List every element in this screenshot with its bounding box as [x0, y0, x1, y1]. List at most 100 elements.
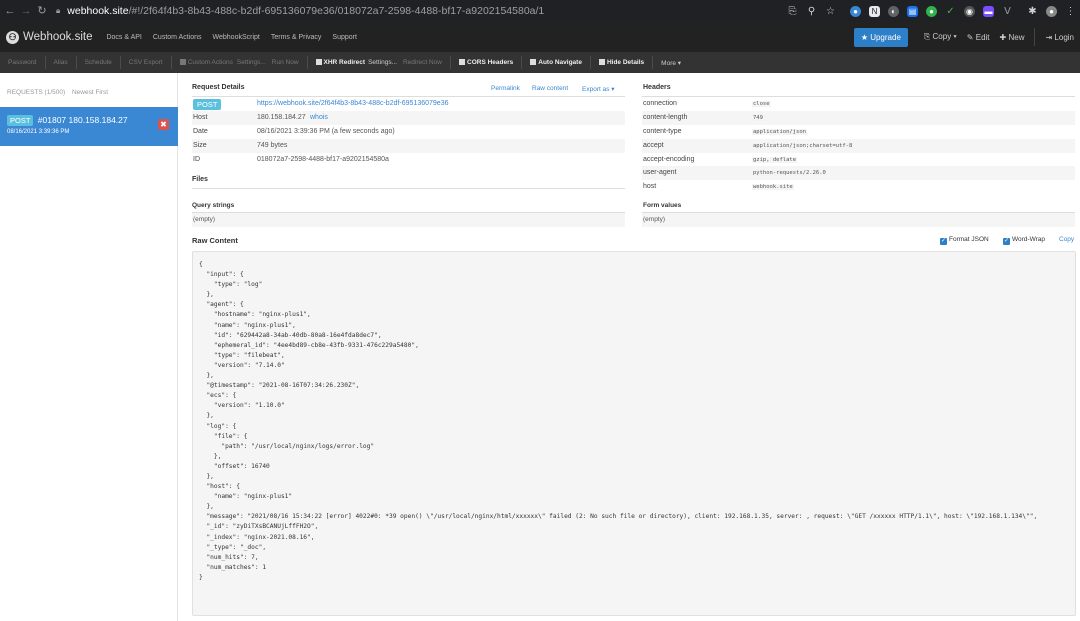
nav-docs[interactable]: Docs & API	[106, 34, 141, 41]
header-value: close	[752, 100, 771, 107]
query-strings-title: Query strings	[192, 202, 235, 209]
form-values-value: (empty)	[642, 213, 1075, 227]
export-dropdown[interactable]: Export as ▾	[582, 85, 615, 93]
checkbox-icon: ✓	[940, 238, 947, 245]
browser-toolbar: ← → ↻ 🔒︎ webhook.site /#!/2f64f4b3-8b43-…	[0, 0, 1080, 22]
permalink-link[interactable]: Permalink	[491, 85, 520, 92]
schedule-button[interactable]: Schedule	[85, 59, 112, 66]
redirect-now-button[interactable]: Redirect Now	[403, 59, 442, 66]
edit-button[interactable]: ✎ Edit	[967, 33, 990, 42]
webhook-logo-icon: ⚇	[6, 30, 19, 44]
copy-button[interactable]: ⎘ Copy ▾	[924, 32, 957, 42]
notion-icon[interactable]: N	[869, 5, 880, 17]
translate-icon[interactable]: ⎘	[787, 6, 798, 17]
divider	[170, 56, 172, 69]
custom-actions-settings[interactable]: Settings...	[237, 59, 266, 66]
password-button[interactable]: Password	[8, 59, 37, 66]
divider	[521, 56, 523, 69]
copy-label: Copy ▾	[932, 32, 957, 41]
date-label: Date	[193, 128, 208, 135]
extension-icon[interactable]: ▤	[907, 5, 918, 17]
divider	[75, 56, 77, 69]
divider	[192, 188, 625, 189]
header-key: accept-encoding	[643, 156, 695, 163]
edit-label: Edit	[975, 32, 990, 42]
cors-headers-label: CORS Headers	[467, 59, 514, 66]
zoom-icon[interactable]: ⚲	[806, 6, 817, 17]
login-button[interactable]: ⇥ Login	[1045, 33, 1074, 42]
raw-content-box[interactable]: { "input": { "type": "log" }, "agent": {…	[192, 251, 1076, 616]
hide-details-toggle[interactable]: Hide Details	[598, 59, 645, 66]
divider	[306, 56, 308, 69]
nav-terms[interactable]: Terms & Privacy	[271, 34, 322, 41]
extension-icon[interactable]: ◐	[888, 5, 899, 17]
format-json-toggle[interactable]: ✓ Format JSON	[940, 236, 989, 245]
detail-row-id: ID 018072a7-2598-4488-bf17-a9202154580a	[192, 153, 625, 167]
nav-custom-actions[interactable]: Custom Actions	[153, 34, 202, 41]
evernote-icon[interactable]: ●	[926, 5, 937, 17]
extension-icon[interactable]: ◉	[964, 5, 975, 17]
new-button[interactable]: ✚ New	[1000, 33, 1025, 42]
avatar[interactable]: ●	[1046, 5, 1057, 17]
extension-icon[interactable]: ●	[850, 5, 861, 17]
header-key: content-type	[643, 128, 682, 135]
csv-export-button[interactable]: CSV Export	[129, 59, 163, 66]
request-url[interactable]: https://webhook.site/2f64f4b3-8b43-488c-…	[257, 100, 448, 107]
form-values-title: Form values	[643, 202, 682, 209]
id-value: 018072a7-2598-4488-bf17-a9202154580a	[257, 156, 389, 163]
size-label: Size	[193, 142, 207, 149]
puzzle-icon[interactable]: ✱	[1027, 6, 1038, 17]
header-key: accept	[643, 142, 664, 149]
brand-name: Webhook.site	[23, 31, 93, 43]
whois-link[interactable]: whois	[310, 114, 328, 121]
extension-icon[interactable]: ▬	[983, 5, 994, 17]
header-row: user-agent python-requests/2.26.0	[642, 166, 1075, 180]
header-key: content-length	[643, 114, 688, 121]
checkbox-icon	[598, 59, 605, 65]
custom-actions-toggle[interactable]: Custom Actions	[179, 59, 233, 66]
back-icon[interactable]: ←	[2, 0, 18, 22]
nav-support[interactable]: Support	[332, 34, 357, 41]
xhr-settings[interactable]: Settings...	[368, 59, 397, 66]
word-wrap-toggle[interactable]: ✓ Word-Wrap	[1003, 236, 1045, 245]
host-label: Host	[193, 114, 208, 121]
requests-count: REQUESTS (1/500)	[7, 89, 66, 96]
request-title: #01807 180.158.184.27	[37, 115, 128, 125]
reload-icon[interactable]: ↻	[34, 0, 50, 22]
hide-details-label: Hide Details	[606, 59, 645, 66]
cors-headers-toggle[interactable]: CORS Headers	[459, 59, 513, 66]
header-value: application/json	[752, 128, 807, 135]
address-bar[interactable]: 🔒︎ webhook.site /#!/2f64f4b3-8b43-488c-b…	[56, 0, 544, 22]
raw-content-link[interactable]: Raw content	[532, 85, 568, 92]
brand[interactable]: ⚇ Webhook.site	[6, 30, 93, 44]
forward-icon[interactable]: →	[18, 0, 34, 22]
nav-webhookscript[interactable]: WebhookScript	[213, 34, 260, 41]
divider	[652, 56, 654, 69]
request-date: 08/16/2021 3:39:36 PM	[7, 129, 70, 135]
run-now-button[interactable]: Run Now	[272, 59, 299, 66]
vue-icon[interactable]: V	[1002, 6, 1013, 17]
copy-raw-button[interactable]: Copy	[1059, 236, 1074, 243]
alias-button[interactable]: Alias	[54, 59, 68, 66]
header-value: application/json;charset=utf-8	[752, 142, 854, 149]
delete-request-button[interactable]: ✖	[158, 119, 169, 130]
checkmark-icon[interactable]: ✓	[945, 6, 956, 17]
header-key: user-agent	[643, 169, 677, 176]
request-details-title: Request Details	[192, 84, 245, 91]
divider	[44, 56, 46, 69]
more-dropdown[interactable]: More ▾	[661, 59, 681, 67]
header-row: content-length 749	[642, 111, 1075, 125]
header-row: connection close	[642, 97, 1075, 111]
close-icon: ✖	[160, 120, 167, 129]
header-value: webhook.site	[752, 183, 794, 190]
request-list-item[interactable]: POST #01807 180.158.184.27 08/16/2021 3:…	[0, 107, 178, 146]
upgrade-button[interactable]: ★ Upgrade	[853, 27, 908, 47]
auto-navigate-toggle[interactable]: Auto Navigate	[530, 59, 582, 66]
menu-icon[interactable]: ⋮	[1065, 6, 1076, 17]
xhr-redirect-toggle[interactable]: XHR Redirect	[315, 59, 365, 66]
header-row: host webhook.site	[642, 180, 1075, 194]
sort-newest-first[interactable]: Newest First	[72, 89, 108, 96]
bookmark-star-icon[interactable]: ☆	[825, 6, 836, 17]
url-path: /#!/2f64f4b3-8b43-488c-b2df-695136079e36…	[128, 5, 545, 17]
host-value: 180.158.184.27	[257, 114, 306, 121]
